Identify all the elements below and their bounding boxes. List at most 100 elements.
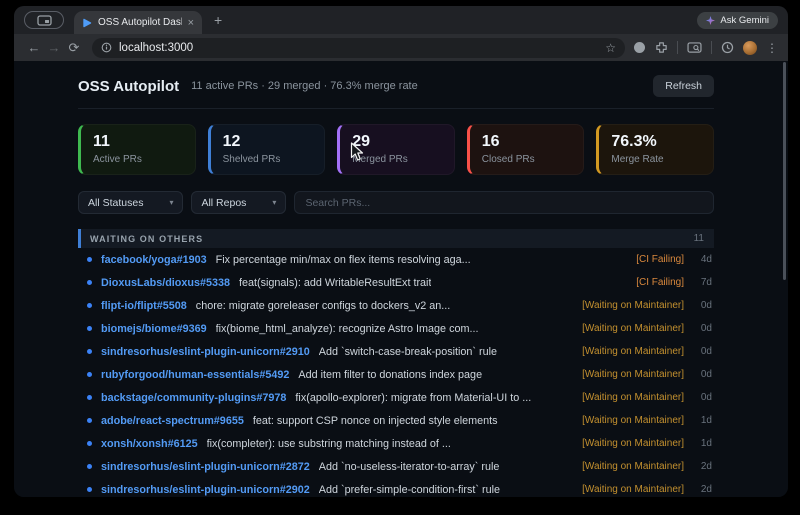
pr-row[interactable]: DioxusLabs/dioxus#5338 feat(signals): ad…: [78, 271, 714, 294]
status-filter-select[interactable]: All Statuses ▾: [78, 191, 184, 214]
browser-window: OSS Autopilot Dashboard × + Ask Gemini ←…: [14, 6, 788, 497]
toolbar-right-icons: ⋮: [633, 40, 778, 55]
pr-repo-link[interactable]: flipt-io/flipt#5508: [101, 300, 187, 312]
pr-repo-link[interactable]: DioxusLabs/dioxus#5338: [101, 277, 230, 289]
repo-filter-value: All Repos: [201, 196, 247, 209]
page-header: OSS Autopilot 11 active PRs · 29 merged …: [78, 75, 714, 97]
ask-gemini-button[interactable]: Ask Gemini: [697, 11, 778, 29]
menu-icon[interactable]: ⋮: [766, 41, 778, 55]
pr-age: 0d: [700, 369, 712, 380]
new-tab-button[interactable]: +: [214, 12, 222, 28]
repo-filter-select[interactable]: All Repos ▾: [191, 191, 287, 214]
pr-row[interactable]: biomejs/biome#9369 fix(biome_html_analyz…: [78, 317, 714, 340]
pr-age: 0d: [700, 323, 712, 334]
stat-value: 16: [481, 133, 500, 150]
stat-card: 16 Closed PRs: [466, 124, 585, 175]
ask-gemini-label: Ask Gemini: [720, 14, 769, 26]
pr-title: chore: migrate goreleaser configs to doc…: [195, 299, 451, 312]
section-waiting-count: 11: [693, 233, 704, 244]
tab-overview-icon: [36, 14, 52, 26]
pr-status-badge: [Waiting on Maintainer]: [582, 369, 684, 380]
pr-row[interactable]: sindresorhus/eslint-plugin-unicorn#2902 …: [78, 478, 714, 497]
pr-dot-icon: [87, 441, 92, 446]
filter-bar: All Statuses ▾ All Repos ▾: [78, 191, 714, 214]
pr-status-badge: [Waiting on Maintainer]: [582, 415, 684, 426]
browser-toolbar: ← → ⟳ localhost:3000 ☆ ⋮: [14, 34, 788, 61]
pr-repo-link[interactable]: sindresorhus/eslint-plugin-unicorn#2872: [101, 461, 310, 473]
pr-age: 2d: [700, 484, 712, 495]
section-waiting-header[interactable]: WAITING ON OTHERS 11: [78, 229, 714, 248]
pr-status-badge: [Waiting on Maintainer]: [582, 346, 684, 357]
pr-dot-icon: [87, 372, 92, 377]
back-icon[interactable]: ←: [24, 40, 44, 55]
pr-dot-icon: [87, 395, 92, 400]
stat-label: Merged PRs: [352, 154, 408, 165]
pr-age: 2d: [700, 461, 712, 472]
pr-age: 4d: [700, 254, 712, 265]
pr-repo-link[interactable]: sindresorhus/eslint-plugin-unicorn#2910: [101, 346, 310, 358]
pr-status-badge: [Waiting on Maintainer]: [582, 438, 684, 449]
reload-icon[interactable]: ⟳: [64, 40, 84, 56]
stat-value: 11: [93, 133, 110, 150]
stat-label: Closed PRs: [481, 154, 535, 165]
pr-repo-link[interactable]: rubyforgood/human-essentials#5492: [101, 369, 289, 381]
stat-card: 11 Active PRs: [78, 124, 196, 175]
pr-status-badge: [Waiting on Maintainer]: [582, 392, 684, 403]
profile-avatar[interactable]: [743, 40, 757, 55]
stat-card: 76.3% Merge Rate: [596, 124, 714, 175]
pr-age: 0d: [700, 346, 712, 357]
pr-dot-icon: [87, 280, 92, 285]
tab-search-icon[interactable]: [687, 41, 702, 54]
pr-age: 1d: [700, 415, 712, 426]
pr-row[interactable]: backstage/community-plugins#7978 fix(apo…: [78, 386, 714, 409]
pr-title: feat(signals): add WritableResultExt tra…: [239, 276, 432, 289]
toolbar-divider: [711, 41, 712, 54]
stat-value: 12: [222, 133, 241, 150]
page-scrollbar[interactable]: [783, 62, 786, 280]
stat-value: 29: [352, 133, 370, 150]
pr-dot-icon: [87, 349, 92, 354]
refresh-button[interactable]: Refresh: [653, 75, 714, 97]
pr-dot-icon: [87, 326, 92, 331]
stat-value: 76.3%: [611, 133, 657, 150]
pr-status-badge: [CI Failing]: [636, 277, 684, 288]
tab-close-icon[interactable]: ×: [188, 17, 194, 29]
history-clock-icon[interactable]: [721, 41, 734, 54]
forward-icon[interactable]: →: [44, 40, 64, 55]
browser-tab[interactable]: OSS Autopilot Dashboard ×: [74, 11, 202, 34]
pr-row[interactable]: adobe/react-spectrum#9655 feat: support …: [78, 409, 714, 432]
pr-dot-icon: [87, 257, 92, 262]
pr-repo-link[interactable]: facebook/yoga#1903: [101, 254, 207, 266]
pr-dot-icon: [87, 487, 92, 492]
pr-list: facebook/yoga#1903 Fix percentage min/ma…: [78, 248, 714, 497]
pr-title: Add `switch-case-break-position` rule: [318, 345, 497, 358]
pr-status-badge: [Waiting on Maintainer]: [582, 323, 684, 334]
status-filter-value: All Statuses: [88, 196, 144, 209]
gemini-sparkle-icon: [706, 15, 716, 25]
bookmark-star-icon[interactable]: ☆: [605, 41, 616, 55]
address-bar[interactable]: localhost:3000 ☆: [92, 37, 625, 58]
pr-row[interactable]: sindresorhus/eslint-plugin-unicorn#2872 …: [78, 455, 714, 478]
extensions-icon[interactable]: [655, 41, 668, 54]
mouse-cursor: [350, 142, 364, 161]
pr-age: 0d: [700, 300, 712, 311]
profile-circle-icon[interactable]: [633, 41, 646, 54]
search-input[interactable]: [294, 191, 714, 214]
pr-row[interactable]: xonsh/xonsh#6125 fix(completer): use sub…: [78, 432, 714, 455]
pr-age: 7d: [700, 277, 712, 288]
pr-title: Fix percentage min/max on flex items res…: [215, 253, 471, 266]
pr-repo-link[interactable]: sindresorhus/eslint-plugin-unicorn#2902: [101, 484, 310, 496]
pr-title: feat: support CSP nonce on injected styl…: [252, 414, 498, 427]
pr-repo-link[interactable]: biomejs/biome#9369: [101, 323, 207, 335]
stat-label: Active PRs: [93, 154, 142, 165]
tab-overview-button[interactable]: [24, 11, 64, 29]
pr-row[interactable]: facebook/yoga#1903 Fix percentage min/ma…: [78, 248, 714, 271]
pr-row[interactable]: rubyforgood/human-essentials#5492 Add it…: [78, 363, 714, 386]
stat-label: Merge Rate: [611, 154, 664, 165]
pr-repo-link[interactable]: xonsh/xonsh#6125: [101, 438, 198, 450]
pr-repo-link[interactable]: backstage/community-plugins#7978: [101, 392, 286, 404]
pr-repo-link[interactable]: adobe/react-spectrum#9655: [101, 415, 244, 427]
pr-age: 1d: [700, 438, 712, 449]
pr-row[interactable]: flipt-io/flipt#5508 chore: migrate gorel…: [78, 294, 714, 317]
pr-row[interactable]: sindresorhus/eslint-plugin-unicorn#2910 …: [78, 340, 714, 363]
